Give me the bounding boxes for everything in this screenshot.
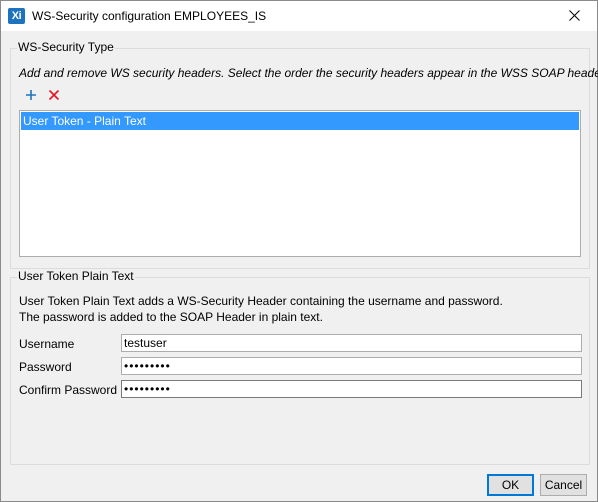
app-logo-icon: Xi	[8, 8, 25, 24]
password-field[interactable]	[121, 357, 582, 375]
close-icon	[569, 10, 580, 21]
cancel-button[interactable]: Cancel	[540, 474, 587, 496]
ws-security-type-group: WS-Security Type Add and remove WS secur…	[10, 40, 598, 269]
username-field[interactable]	[121, 334, 582, 352]
title-bar: Xi WS-Security configuration EMPLOYEES_I…	[1, 1, 597, 31]
confirm-password-field[interactable]	[121, 380, 582, 398]
username-label: Username	[19, 337, 75, 351]
user-token-description-line2: The password is added to the SOAP Header…	[19, 310, 323, 324]
window-title: WS-Security configuration EMPLOYEES_IS	[32, 9, 267, 23]
close-button[interactable]	[553, 1, 597, 31]
ws-security-description: Add and remove WS security headers. Sele…	[19, 66, 598, 80]
password-label: Password	[19, 360, 72, 374]
remove-header-button[interactable]	[47, 88, 61, 102]
group-legend: User Token Plain Text	[17, 269, 135, 283]
group-legend: WS-Security Type	[17, 40, 115, 54]
add-header-button[interactable]	[24, 88, 38, 102]
x-icon	[48, 89, 60, 101]
list-item[interactable]: User Token - Plain Text	[21, 112, 579, 130]
ok-button[interactable]: OK	[487, 474, 534, 496]
user-token-description-line1: User Token Plain Text adds a WS-Security…	[19, 294, 503, 308]
plus-icon	[26, 90, 36, 100]
list-item-label: User Token - Plain Text	[23, 114, 146, 128]
user-token-group: User Token Plain Text User Token Plain T…	[10, 269, 590, 465]
security-headers-list[interactable]: User Token - Plain Text	[19, 110, 581, 257]
dialog-window: Xi WS-Security configuration EMPLOYEES_I…	[0, 0, 598, 502]
confirm-password-label: Confirm Password	[19, 383, 118, 397]
